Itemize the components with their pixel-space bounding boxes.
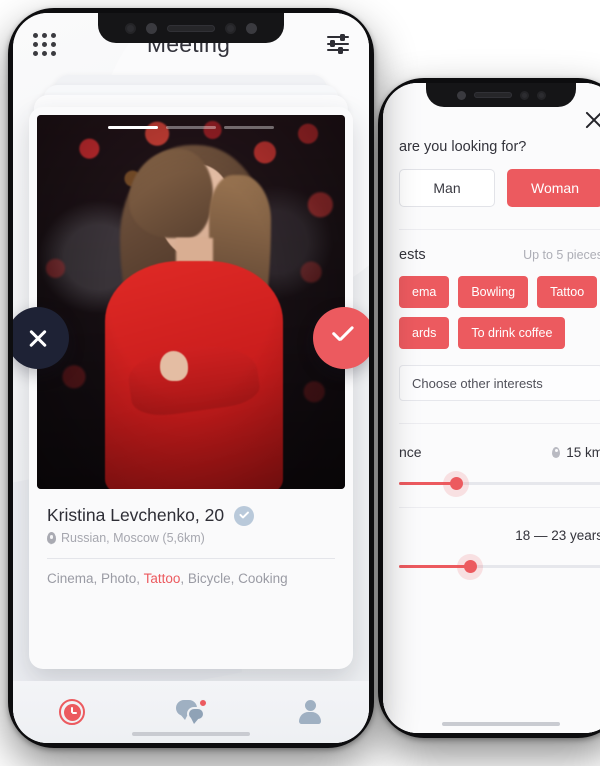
grid-menu-icon[interactable]	[33, 32, 56, 56]
left-home-indicator	[132, 732, 250, 736]
map-pin-icon	[552, 446, 561, 458]
profile-card[interactable]: Kristina Levchenko, 20 Russian, Moscow (…	[13, 107, 369, 669]
interest-chip[interactable]: To drink coffee	[458, 317, 566, 349]
screenshot-stage: are you looking for? Man Woman ests Up t…	[0, 0, 600, 766]
accept-button[interactable]	[313, 307, 369, 369]
verified-check-icon	[234, 505, 255, 526]
profile-name-row: Kristina Levchenko, 20	[47, 505, 335, 526]
map-pin-icon	[47, 532, 56, 545]
meeting-screen: Meeting Kristina Levchenko, 20 Russian, …	[13, 13, 369, 743]
age-header: 18 — 23 years	[399, 528, 600, 543]
profile-interests: Cinema, Photo, Tattoo, Bicycle, Cooking	[47, 559, 335, 602]
proximity-sensor-icon	[125, 22, 136, 34]
interests-prefix: Cinema, Photo,	[47, 571, 144, 586]
close-icon[interactable]	[583, 109, 600, 131]
earpiece-speaker	[473, 92, 512, 98]
unread-badge	[198, 699, 207, 707]
person-icon	[298, 700, 322, 724]
interests-section: ests Up to 5 pieces ema Bowling Tattoo a…	[383, 230, 600, 424]
profile-name: Kristina Levchenko, 20	[47, 505, 225, 525]
gender-options: Man Woman	[399, 169, 600, 207]
photo-dot-active[interactable]	[108, 126, 158, 129]
age-value: 18 — 23 years	[515, 528, 600, 543]
distance-header: nce 15 km	[399, 444, 600, 460]
distance-slider[interactable]	[399, 470, 600, 497]
photo-dot[interactable]	[166, 126, 216, 129]
gender-option-man[interactable]: Man	[399, 169, 495, 207]
filter-screen: are you looking for? Man Woman ests Up t…	[383, 83, 600, 733]
left-phone-screen: Meeting Kristina Levchenko, 20 Russian, …	[13, 13, 369, 743]
photo-pagination	[37, 126, 345, 129]
earpiece-speaker	[167, 24, 215, 32]
interest-chip-list: ema Bowling Tattoo ards To drink coffee	[399, 276, 600, 349]
nav-item-chats[interactable]	[163, 692, 219, 732]
interests-header: ests Up to 5 pieces	[399, 247, 600, 263]
distance-slider-knob[interactable]	[443, 470, 470, 497]
section-divider	[399, 423, 600, 424]
interest-chip[interactable]: Tattoo	[537, 276, 598, 308]
profile-location: Russian, Moscow (5,6km)	[61, 531, 205, 545]
age-slider-knob[interactable]	[457, 553, 484, 580]
clock-icon	[59, 699, 86, 725]
section-divider	[399, 507, 600, 508]
close-x-icon	[27, 327, 49, 349]
right-phone-notch	[426, 83, 576, 107]
interests-limit-hint: Up to 5 pieces	[523, 248, 600, 262]
gender-section: are you looking for? Man Woman	[383, 111, 600, 230]
left-phone-notch	[98, 13, 284, 43]
interests-title: ests	[399, 247, 426, 263]
interest-chip[interactable]: ema	[399, 276, 450, 308]
nav-item-profile[interactable]	[282, 692, 338, 732]
check-icon	[330, 329, 356, 345]
other-interests-input[interactable]: Choose other interests	[399, 365, 600, 401]
distance-section: nce 15 km	[383, 444, 600, 508]
profile-card-stack: Kristina Levchenko, 20 Russian, Moscow (…	[13, 75, 369, 681]
filter-sheet: are you looking for? Man Woman ests Up t…	[383, 83, 600, 733]
profile-location-row: Russian, Moscow (5,6km)	[47, 531, 335, 545]
profile-photo[interactable]	[37, 115, 345, 489]
front-camera-icon	[456, 90, 466, 100]
distance-label: nce	[399, 444, 422, 460]
front-camera-icon	[246, 22, 257, 34]
age-slider[interactable]	[399, 553, 600, 580]
photo-dot[interactable]	[224, 126, 274, 129]
interests-highlight[interactable]: Tattoo	[144, 571, 181, 586]
sliders-filter-icon[interactable]	[326, 33, 349, 54]
proximity-sensor-icon	[519, 90, 529, 100]
face-id-sensor-icon	[225, 22, 236, 34]
ambient-sensor-icon	[146, 22, 157, 34]
right-phone-screen: are you looking for? Man Woman ests Up t…	[383, 83, 600, 733]
interest-chip[interactable]: Bowling	[458, 276, 529, 308]
interests-suffix: , Bicycle, Cooking	[180, 571, 288, 586]
profile-info: Kristina Levchenko, 20 Russian, Moscow (…	[29, 489, 353, 602]
interest-chip[interactable]: ards	[399, 317, 450, 349]
ambient-sensor-icon	[536, 90, 546, 100]
right-phone-device: are you looking for? Man Woman ests Up t…	[378, 78, 600, 738]
age-section: 18 — 23 years	[383, 528, 600, 580]
photo-vignette	[37, 115, 345, 489]
chat-bubbles-icon	[175, 699, 207, 724]
left-phone-device: Meeting Kristina Levchenko, 20 Russian, …	[8, 8, 374, 748]
distance-value: 15 km	[566, 444, 600, 460]
gender-option-woman[interactable]: Woman	[507, 169, 600, 207]
right-home-indicator	[442, 722, 560, 726]
nav-item-matches[interactable]	[44, 692, 100, 732]
distance-value-group: 15 km	[552, 445, 600, 460]
gender-question: are you looking for?	[399, 139, 527, 155]
